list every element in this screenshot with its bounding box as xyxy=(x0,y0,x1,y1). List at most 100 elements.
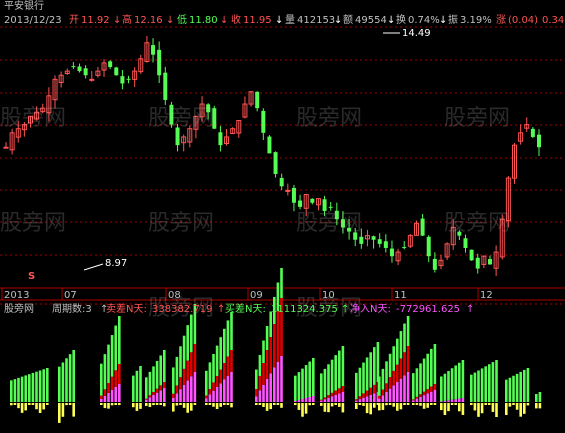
bar-net-in[interactable] xyxy=(215,387,219,402)
candle-body[interactable] xyxy=(157,49,162,76)
bar-buy-diff[interactable] xyxy=(334,355,337,391)
bar-sell-diff[interactable] xyxy=(399,358,403,379)
bar-sell-diff[interactable] xyxy=(412,399,415,401)
bar-net-in[interactable] xyxy=(262,384,265,402)
bar-negative[interactable] xyxy=(139,403,142,409)
bar-buy-diff[interactable] xyxy=(491,362,495,402)
bar-net-in[interactable] xyxy=(255,396,258,402)
bar-negative[interactable] xyxy=(484,403,487,405)
bar-buy-diff[interactable] xyxy=(447,370,450,401)
bar-buy-diff[interactable] xyxy=(155,360,159,389)
bar-buy-diff[interactable] xyxy=(480,368,484,402)
bar-buy-diff[interactable] xyxy=(473,372,477,402)
bar-negative[interactable] xyxy=(118,403,121,406)
bar-sell-diff[interactable] xyxy=(273,324,276,368)
candle-body[interactable] xyxy=(163,72,168,100)
bar-buy-diff[interactable] xyxy=(484,366,487,402)
bar-negative[interactable] xyxy=(42,403,45,410)
bar-buy-diff[interactable] xyxy=(294,375,297,401)
bar-negative[interactable] xyxy=(65,403,68,406)
bar-negative[interactable] xyxy=(312,403,315,405)
bar-buy-diff[interactable] xyxy=(301,368,304,399)
bar-buy-diff[interactable] xyxy=(72,350,75,402)
bar-negative[interactable] xyxy=(280,403,283,408)
candle-body[interactable] xyxy=(389,248,394,257)
bar-buy-diff[interactable] xyxy=(175,356,179,386)
bar-buy-diff[interactable] xyxy=(205,370,208,396)
bar-buy-diff[interactable] xyxy=(163,350,166,382)
bar-buy-diff[interactable] xyxy=(65,358,68,402)
bar-negative[interactable] xyxy=(480,403,484,414)
bar-net-in[interactable] xyxy=(297,400,301,402)
bar-negative[interactable] xyxy=(24,403,27,411)
bar-buy-diff[interactable] xyxy=(145,377,148,399)
bar-negative[interactable] xyxy=(301,403,304,417)
bar-sell-diff[interactable] xyxy=(422,391,426,396)
bar-net-in[interactable] xyxy=(276,361,280,402)
bar-buy-diff[interactable] xyxy=(458,362,461,399)
bar-net-in[interactable] xyxy=(358,399,362,402)
candle-body[interactable] xyxy=(83,68,88,76)
bar-negative[interactable] xyxy=(392,403,395,407)
bar-buy-diff[interactable] xyxy=(24,375,27,402)
bar-net-in[interactable] xyxy=(406,372,410,402)
candle-body[interactable] xyxy=(420,218,425,236)
bar-negative[interactable] xyxy=(362,403,365,406)
bar-negative[interactable] xyxy=(495,403,498,417)
candle-body[interactable] xyxy=(359,236,364,244)
bar-buy-diff[interactable] xyxy=(523,369,526,402)
bar-buy-diff[interactable] xyxy=(208,362,212,389)
bar-buy-diff[interactable] xyxy=(58,366,61,402)
candle-body[interactable] xyxy=(383,241,388,248)
candle-body[interactable] xyxy=(261,110,266,133)
bar-negative[interactable] xyxy=(226,403,230,405)
bar-net-in[interactable] xyxy=(440,401,443,402)
bar-buy-diff[interactable] xyxy=(430,348,433,387)
bar-negative[interactable] xyxy=(508,403,512,407)
candle-body[interactable] xyxy=(255,91,260,109)
candle-body[interactable] xyxy=(469,249,474,261)
bar-sell-diff[interactable] xyxy=(403,352,406,376)
bar-buy-diff[interactable] xyxy=(358,367,362,397)
candle-body[interactable] xyxy=(218,132,223,146)
bar-net-in[interactable] xyxy=(118,384,121,402)
bar-sell-diff[interactable] xyxy=(230,350,233,372)
bar-negative[interactable] xyxy=(145,403,148,406)
bar-buy-diff[interactable] xyxy=(412,373,415,400)
bar-sell-diff[interactable] xyxy=(338,388,341,394)
bar-sell-diff[interactable] xyxy=(114,370,117,387)
candle-body[interactable] xyxy=(537,134,541,148)
bar-buy-diff[interactable] xyxy=(365,357,369,391)
candle-body[interactable] xyxy=(402,247,407,249)
bar-sell-diff[interactable] xyxy=(426,389,429,394)
candle-body[interactable] xyxy=(285,189,291,192)
bar-net-in[interactable] xyxy=(186,380,189,402)
bar-buy-diff[interactable] xyxy=(262,340,265,364)
bar-buy-diff[interactable] xyxy=(535,394,538,402)
bar-negative[interactable] xyxy=(212,403,215,407)
bar-negative[interactable] xyxy=(182,403,186,408)
bar-negative[interactable] xyxy=(255,403,258,405)
candle-body[interactable] xyxy=(487,259,492,265)
bar-negative[interactable] xyxy=(412,403,415,405)
bar-buy-diff[interactable] xyxy=(376,342,380,382)
bar-buy-diff[interactable] xyxy=(215,345,219,376)
candle-body[interactable] xyxy=(151,45,156,55)
bar-buy-diff[interactable] xyxy=(103,354,107,390)
bar-negative[interactable] xyxy=(28,403,31,405)
bar-net-in[interactable] xyxy=(107,393,110,402)
bar-sell-diff[interactable] xyxy=(262,363,265,385)
bar-buy-diff[interactable] xyxy=(280,268,283,298)
bar-sell-diff[interactable] xyxy=(205,395,208,399)
bar-sell-diff[interactable] xyxy=(358,396,362,400)
candle-body[interactable] xyxy=(89,78,95,81)
bar-negative[interactable] xyxy=(526,403,530,406)
bar-negative[interactable] xyxy=(512,403,515,405)
bar-negative[interactable] xyxy=(523,403,526,414)
bar-net-in[interactable] xyxy=(334,394,337,402)
bar-negative[interactable] xyxy=(175,403,179,406)
bar-net-in[interactable] xyxy=(415,398,419,402)
bar-negative[interactable] xyxy=(190,403,193,411)
bar-net-in[interactable] xyxy=(422,395,426,402)
bar-negative[interactable] xyxy=(338,403,341,407)
